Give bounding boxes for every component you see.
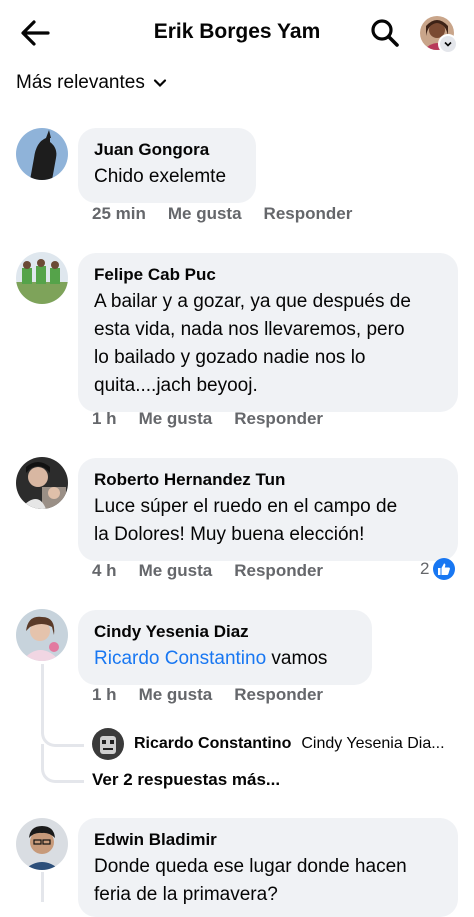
avatar[interactable] [16,818,68,870]
thread-connector [41,744,84,783]
avatar[interactable] [16,128,68,180]
sort-dropdown[interactable]: Más relevantes [16,72,167,94]
avatar[interactable] [16,252,68,304]
mention-link[interactable]: Ricardo Constantino [94,648,266,669]
avatar[interactable] [16,609,68,661]
reply-button[interactable]: Responder [264,204,353,224]
reaction-summary[interactable]: 2 [420,558,456,580]
reaction-count: 2 [420,559,430,578]
comment-text: A bailar y a gozar, ya que después de es… [94,291,411,396]
comment-bubble: Cindy Yesenia Diaz Ricardo Constantino v… [78,610,372,685]
thread-connector [41,720,84,747]
comment-author[interactable]: Juan Gongora [94,139,240,161]
search-icon[interactable] [370,18,400,48]
like-button[interactable]: Me gusta [139,409,213,429]
reply-button[interactable]: Responder [234,561,323,581]
reply-button[interactable]: Responder [234,685,323,705]
like-button[interactable]: Me gusta [168,204,242,224]
comment-bubble: Edwin Bladimir Donde queda ese lugar don… [78,818,458,917]
thread-line [41,664,44,728]
avatar[interactable] [16,457,68,509]
reply-text: Cindy Yesenia Dia... [301,735,445,752]
comment-actions: 1 h Me gusta Responder [92,685,323,705]
avatar [92,728,124,760]
comment-actions: 4 h Me gusta Responder [92,561,323,581]
like-button[interactable]: Me gusta [139,561,213,581]
comment-text: Luce súper el ruedo en el campo de la Do… [94,496,398,545]
reply-preview[interactable]: Ricardo Constantino Cindy Yesenia Dia... [92,728,445,760]
thumbs-up-icon [433,558,456,580]
comment-text: Chido exelemte [94,166,227,187]
comment-author[interactable]: Roberto Hernandez Tun [94,469,442,491]
comment-author[interactable]: Cindy Yesenia Diaz [94,621,356,643]
reply-button[interactable]: Responder [234,409,323,429]
top-bar: Erik Borges Yam [0,0,474,66]
profile-menu-button[interactable] [420,16,458,54]
view-more-replies-link[interactable]: Ver 2 respuestas más... [92,770,280,790]
comment-text: Donde queda ese lugar donde hacen feria … [94,856,407,905]
comment-actions: 1 h Me gusta Responder [92,409,323,429]
comment-author[interactable]: Felipe Cab Puc [94,264,442,286]
comment-bubble: Juan Gongora Chido exelemte [78,128,256,203]
comment-text: Ricardo Constantino vamos [94,645,356,673]
like-button[interactable]: Me gusta [139,685,213,705]
chevron-down-icon [438,34,458,54]
comment-time[interactable]: 4 h [92,561,117,581]
comment-actions: 25 min Me gusta Responder [92,204,352,224]
comment-time[interactable]: 1 h [92,685,117,705]
page-title: Erik Borges Yam [153,20,321,43]
comment-text-body: vamos [266,648,328,669]
thread-line [41,872,44,902]
comment-author[interactable]: Edwin Bladimir [94,829,442,851]
comment-bubble: Roberto Hernandez Tun Luce súper el rued… [78,458,458,561]
chevron-down-icon [153,79,166,88]
comment-time[interactable]: 25 min [92,204,146,224]
comment-bubble: Felipe Cab Puc A bailar y a gozar, ya qu… [78,253,458,412]
sort-label: Más relevantes [16,72,145,93]
reply-author: Ricardo Constantino [134,735,292,752]
comment-time[interactable]: 1 h [92,409,117,429]
